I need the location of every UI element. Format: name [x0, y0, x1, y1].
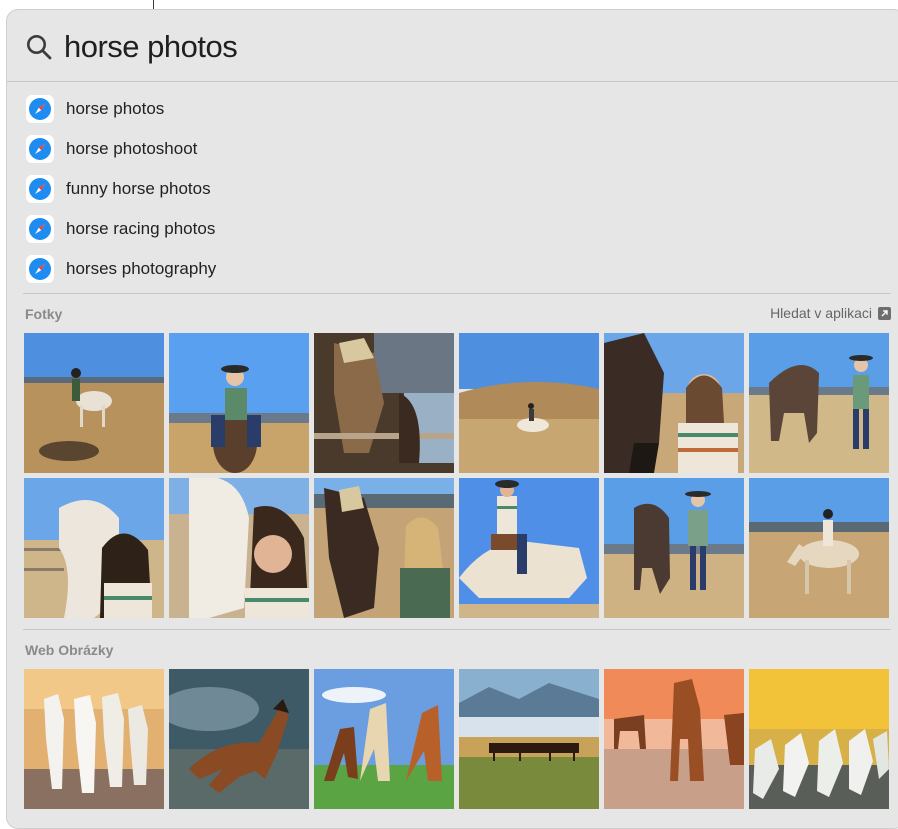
search-divider	[7, 81, 898, 82]
suggestion-label: horse racing photos	[66, 219, 216, 238]
web-image-thumbnail[interactable]	[24, 669, 164, 809]
photo-thumbnail[interactable]	[749, 333, 889, 473]
safari-compass-icon	[26, 95, 54, 123]
search-icon	[27, 35, 52, 60]
photo-thumbnail[interactable]	[24, 333, 164, 473]
safari-compass-icon	[26, 175, 54, 203]
safari-compass-icon	[26, 135, 54, 163]
photo-thumbnail[interactable]	[459, 333, 599, 473]
search-in-app-link[interactable]: Hledat v aplikaci	[770, 305, 891, 321]
web-image-thumbnail[interactable]	[749, 669, 889, 809]
suggestion-item[interactable]: horse racing photos	[23, 211, 883, 247]
search-in-app-label: Hledat v aplikaci	[770, 305, 872, 321]
safari-compass-icon	[26, 255, 54, 283]
photo-thumbnail[interactable]	[169, 333, 309, 473]
suggestion-label: funny horse photos	[66, 179, 211, 198]
photo-thumbnail[interactable]	[24, 478, 164, 618]
web-image-thumbnail[interactable]	[314, 669, 454, 809]
web-image-thumbnail[interactable]	[604, 669, 744, 809]
photo-thumbnail[interactable]	[459, 478, 599, 618]
suggestion-item[interactable]: horse photoshoot	[23, 131, 883, 167]
web-images-section-title: Web Obrázky	[25, 642, 114, 658]
photo-thumbnail[interactable]	[314, 333, 454, 473]
photo-thumbnail[interactable]	[604, 478, 744, 618]
photo-thumbnail[interactable]	[169, 478, 309, 618]
photo-thumbnail[interactable]	[749, 478, 889, 618]
web-image-thumbnail[interactable]	[169, 669, 309, 809]
photo-thumbnail[interactable]	[604, 333, 744, 473]
suggestion-label: horses photography	[66, 259, 217, 278]
suggestion-label: horse photoshoot	[66, 139, 198, 158]
search-input[interactable]: horse photos	[64, 28, 238, 66]
open-in-app-icon	[878, 306, 891, 320]
search-bar[interactable]: horse photos	[7, 10, 898, 81]
section-divider	[23, 293, 891, 294]
photo-thumbnail[interactable]	[314, 478, 454, 618]
safari-compass-icon	[26, 215, 54, 243]
suggestion-label: horse photos	[66, 99, 165, 118]
web-image-thumbnail[interactable]	[459, 669, 599, 809]
spotlight-panel: horse photos horse photos horse photosho…	[6, 9, 898, 829]
suggestion-item[interactable]: horse photos	[23, 91, 883, 127]
photos-section-title: Fotky	[25, 306, 63, 322]
suggestion-item[interactable]: funny horse photos	[23, 171, 883, 207]
suggestion-item[interactable]: horses photography	[23, 251, 883, 287]
section-divider	[23, 629, 891, 630]
